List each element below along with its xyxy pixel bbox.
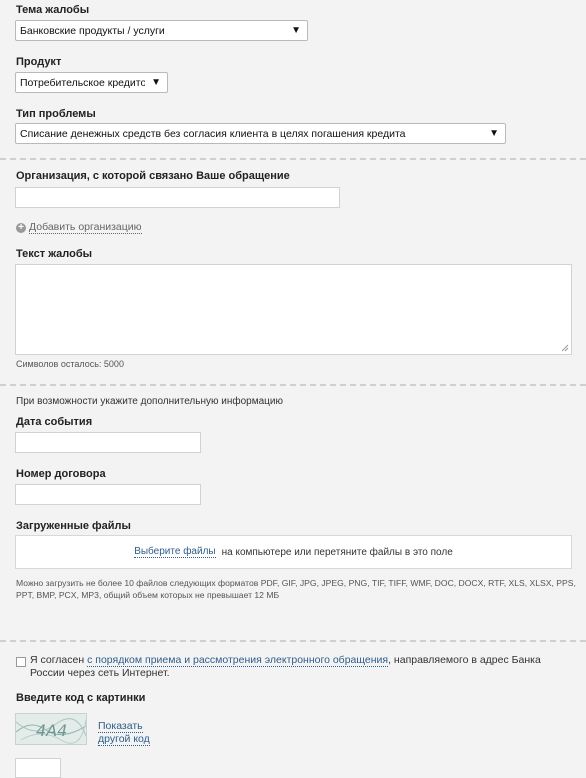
add-organization-label: Добавить организацию [29, 221, 142, 234]
product-value: Потребительское кредитование [20, 76, 146, 89]
plus-circle-icon: + [16, 222, 26, 233]
contract-number-input[interactable] [15, 484, 201, 505]
complaint-topic-value: Банковские продукты / услуги [20, 24, 165, 37]
dropdown-arrow-icon: ▼ [291, 25, 301, 36]
problem-type-label: Тип проблемы [16, 108, 96, 120]
captcha-text: 4A4 [36, 721, 67, 740]
complaint-text-label: Текст жалобы [16, 248, 93, 260]
problem-type-value: Списание денежных средств без согласия к… [20, 127, 406, 140]
agreement-prefix: Я согласен [30, 654, 85, 666]
file-format-note: Можно загрузить не более 10 файлов следу… [16, 578, 576, 600]
uploaded-files-label: Загруженные файлы [16, 520, 131, 532]
captcha-noise: 4A4 [16, 718, 86, 744]
agreement-link[interactable]: с порядком приема и рассмотрения электро… [87, 654, 389, 667]
captcha-image: 4A4 [15, 713, 87, 745]
section-divider [0, 384, 586, 386]
contract-number-label: Номер договора [16, 468, 106, 480]
refresh-line-2: другой код [98, 733, 150, 746]
product-label: Продукт [16, 56, 62, 68]
agreement-text: Я согласен с порядком приема и рассмотре… [30, 654, 570, 680]
captcha-label: Введите код с картинки [16, 692, 146, 704]
dropdown-arrow-icon: ▼ [151, 77, 161, 88]
complaint-topic-label: Тема жалобы [16, 4, 90, 16]
drop-hint: на компьютере или перетяните файлы в это… [221, 546, 453, 558]
organization-input[interactable] [15, 187, 340, 208]
refresh-captcha-link[interactable]: Показать другой код [98, 720, 150, 746]
product-select[interactable]: Потребительское кредитование ▼ [15, 72, 168, 93]
event-date-input[interactable] [15, 432, 201, 453]
captcha-code-input[interactable] [15, 758, 61, 778]
resize-grip-icon[interactable] [561, 344, 569, 352]
section-divider [0, 640, 586, 642]
add-organization-button[interactable]: + Добавить организацию [16, 221, 142, 234]
event-date-label: Дата события [16, 416, 93, 428]
additional-info-hint: При возможности укажите дополнительную и… [16, 396, 283, 407]
complaint-textarea[interactable] [15, 264, 572, 355]
dropdown-arrow-icon: ▼ [489, 128, 499, 139]
agreement-checkbox[interactable] [16, 657, 26, 667]
chars-left-counter: Символов осталось: 5000 [16, 359, 124, 369]
organization-label: Организация, с которой связано Ваше обра… [16, 170, 290, 182]
choose-files-link[interactable]: Выберите файлы [134, 546, 216, 558]
file-dropzone[interactable]: Выберите файлы на компьютере или перетян… [15, 535, 572, 569]
refresh-line-1: Показать [98, 720, 143, 733]
complaint-topic-select[interactable]: Банковские продукты / услуги ▼ [15, 20, 308, 41]
section-divider [0, 158, 586, 160]
problem-type-select[interactable]: Списание денежных средств без согласия к… [15, 123, 506, 144]
